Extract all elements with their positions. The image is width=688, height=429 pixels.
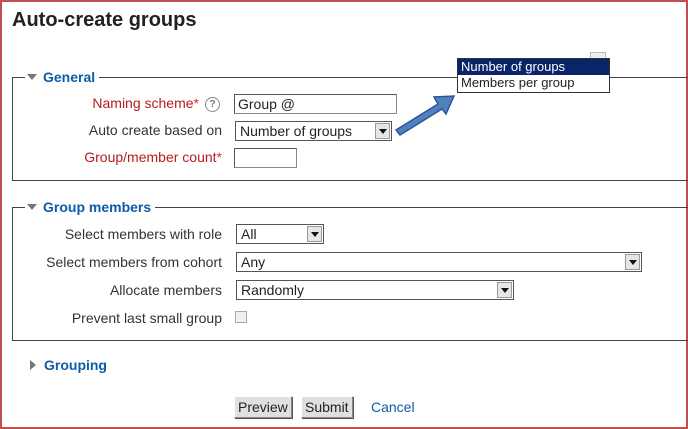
grouping-label: Grouping [44, 357, 107, 373]
group-members-legend-label: Group members [43, 199, 152, 215]
cancel-link[interactable]: Cancel [371, 399, 415, 415]
select-role-label: Select members with role [64, 226, 222, 242]
collapse-triangle-icon [27, 74, 37, 80]
auto-create-dropdown-list: Number of groups Members per group [457, 58, 610, 93]
chevron-down-icon [307, 226, 322, 242]
general-legend[interactable]: General [25, 68, 100, 86]
auto-create-label: Auto create based on [88, 122, 222, 138]
select-cohort-label: Select members from cohort [46, 254, 222, 270]
collapse-triangle-icon [27, 204, 37, 210]
expand-triangle-icon [30, 360, 36, 370]
dropdown-option-number-of-groups[interactable]: Number of groups [458, 59, 609, 75]
question-mark-icon[interactable]: ? [205, 97, 220, 112]
chevron-down-icon [497, 282, 512, 298]
preview-button[interactable]: Preview [234, 396, 292, 418]
dropdown-option-members-per-group[interactable]: Members per group [458, 75, 609, 91]
prevent-small-group-checkbox[interactable] [235, 311, 247, 323]
chevron-down-icon [375, 123, 390, 139]
prevent-small-group-label: Prevent last small group [71, 310, 222, 326]
grouping-section-header[interactable]: Grouping [30, 357, 107, 373]
blue-arrow-icon [394, 95, 456, 136]
group-members-legend[interactable]: Group members [25, 198, 156, 216]
role-select[interactable]: All [236, 224, 324, 244]
required-star: * [216, 149, 222, 165]
auto-create-selected: Number of groups [240, 123, 353, 139]
page-title: Auto-create groups [12, 9, 197, 31]
cohort-select[interactable]: Any [236, 252, 642, 272]
auto-create-select[interactable]: Number of groups [235, 121, 392, 141]
allocate-select[interactable]: Randomly [236, 280, 514, 300]
cohort-selected: Any [241, 254, 266, 270]
allocate-members-label: Allocate members [109, 282, 222, 298]
naming-scheme-label: Naming scheme* [92, 95, 199, 111]
allocate-selected: Randomly [241, 282, 305, 298]
naming-scheme-input[interactable] [234, 94, 397, 114]
count-label: Group/member count* [84, 149, 222, 165]
general-legend-label: General [43, 69, 96, 85]
chevron-down-icon [625, 254, 640, 270]
submit-button[interactable]: Submit [301, 396, 353, 418]
required-star: * [193, 95, 199, 111]
role-selected: All [241, 226, 257, 242]
group-member-count-input[interactable] [234, 148, 297, 168]
